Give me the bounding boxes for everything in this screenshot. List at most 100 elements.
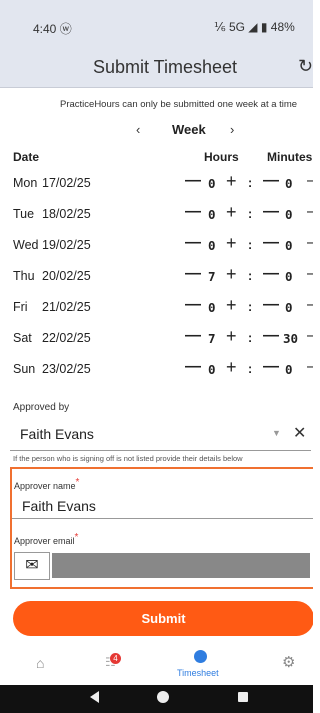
row-date: 22/02/25 xyxy=(42,331,91,345)
decrease-minutes-button[interactable]: — xyxy=(263,203,279,221)
status-bar: 4:40 ⓦ ⅙ 5G ◢ ▮ 48% xyxy=(0,0,313,48)
minutes-value: 0 xyxy=(285,176,293,191)
submission-notice: PracticeHours can only be submitted one … xyxy=(60,99,298,110)
envelope-icon: ✉ xyxy=(25,557,39,574)
decrease-minutes-button[interactable]: — xyxy=(263,265,279,283)
time-separator: : xyxy=(248,176,253,190)
time-separator: : xyxy=(248,238,253,252)
decrease-hours-button[interactable]: — xyxy=(185,327,201,345)
decrease-hours-button[interactable]: — xyxy=(185,172,201,190)
submit-button[interactable]: Submit xyxy=(13,601,313,636)
timesheet-row: Fri 21/02/25 — 0 + : — 0 — xyxy=(0,294,313,322)
minutes-value: 0 xyxy=(285,207,293,222)
page-title: Submit Timesheet xyxy=(92,57,238,77)
increase-minutes-button[interactable]: — xyxy=(307,265,313,283)
timesheet-row: Mon 17/02/25 — 0 + : — 0 — xyxy=(0,170,313,198)
increase-minutes-button[interactable]: — xyxy=(307,172,313,190)
increase-minutes-button[interactable]: — xyxy=(307,203,313,221)
increase-hours-button[interactable]: + xyxy=(226,202,237,223)
hours-value: 0 xyxy=(208,176,216,191)
hours-value: 0 xyxy=(208,207,216,222)
approved-by-select[interactable]: Faith Evans ▼ ✕ xyxy=(10,415,311,451)
hours-value: 7 xyxy=(208,331,216,346)
row-date: 21/02/25 xyxy=(42,300,91,314)
decrease-hours-button[interactable]: — xyxy=(185,358,201,376)
approver-name-label: Approver name* xyxy=(14,477,80,491)
previous-week-button[interactable]: ‹ xyxy=(136,122,140,137)
hours-value: 7 xyxy=(208,269,216,284)
decrease-minutes-button[interactable]: — xyxy=(263,358,279,376)
notification-badge: 4 xyxy=(110,653,121,664)
increase-hours-button[interactable]: + xyxy=(226,326,237,347)
time-separator: : xyxy=(248,269,253,283)
approver-name-field[interactable]: Faith Evans xyxy=(12,491,313,519)
minutes-value: 0 xyxy=(285,238,293,253)
status-time: 4:40 ⓦ xyxy=(33,22,72,36)
time-separator: : xyxy=(248,362,253,376)
minutes-value: 0 xyxy=(285,269,293,284)
approved-by-label: Approved by xyxy=(13,402,70,413)
required-mark: * xyxy=(75,477,80,488)
timesheet-row: Sun 23/02/25 — 0 + : — 0 — xyxy=(0,356,313,384)
hours-value: 0 xyxy=(208,300,216,315)
minutes-column-header: Minutes xyxy=(267,150,313,164)
row-day: Tue xyxy=(13,207,35,221)
hours-value: 0 xyxy=(208,362,216,377)
clock-icon[interactable] xyxy=(194,650,207,663)
increase-hours-button[interactable]: + xyxy=(226,295,237,316)
approver-name-value: Faith Evans xyxy=(22,498,96,514)
system-navigation-bar xyxy=(0,685,313,713)
row-date: 17/02/25 xyxy=(42,176,91,190)
minutes-value: 0 xyxy=(285,362,293,377)
status-indicators: ⅙ 5G ◢ ▮ 48% xyxy=(214,20,295,34)
decrease-minutes-button[interactable]: — xyxy=(263,296,279,314)
approved-by-value: Faith Evans xyxy=(20,426,94,442)
increase-hours-button[interactable]: + xyxy=(226,357,237,378)
increase-minutes-button[interactable]: — xyxy=(307,327,313,345)
row-day: Thu xyxy=(13,269,35,283)
increase-minutes-button[interactable]: — xyxy=(307,358,313,376)
back-icon[interactable] xyxy=(90,691,99,703)
row-date: 18/02/25 xyxy=(42,207,91,221)
home-icon[interactable]: ⌂ xyxy=(36,655,44,671)
decrease-minutes-button[interactable]: — xyxy=(263,327,279,345)
row-date: 19/02/25 xyxy=(42,238,91,252)
hours-column-header: Hours xyxy=(204,150,239,164)
close-icon[interactable]: ✕ xyxy=(293,423,306,443)
time-separator: : xyxy=(248,300,253,314)
home-circle-icon[interactable] xyxy=(157,691,169,703)
recent-apps-icon[interactable] xyxy=(238,692,248,702)
decrease-minutes-button[interactable]: — xyxy=(263,234,279,252)
row-day: Fri xyxy=(13,300,28,314)
decrease-hours-button[interactable]: — xyxy=(185,234,201,252)
decrease-hours-button[interactable]: — xyxy=(185,203,201,221)
increase-minutes-button[interactable]: — xyxy=(307,234,313,252)
timesheet-row: Tue 18/02/25 — 0 + : — 0 — xyxy=(0,201,313,229)
increase-hours-button[interactable]: + xyxy=(226,233,237,254)
approver-email-field[interactable] xyxy=(52,553,310,578)
row-date: 23/02/25 xyxy=(42,362,91,376)
refresh-icon[interactable]: ↻ xyxy=(298,56,313,77)
time-separator: : xyxy=(248,207,253,221)
timesheet-row: Thu 20/02/25 — 7 + : — 0 — xyxy=(0,263,313,291)
row-day: Mon xyxy=(13,176,38,190)
email-icon-box: ✉ xyxy=(14,552,50,580)
increase-minutes-button[interactable]: — xyxy=(307,296,313,314)
increase-hours-button[interactable]: + xyxy=(226,171,237,192)
nav-item-timesheet[interactable]: Timesheet xyxy=(177,668,219,678)
chevron-down-icon[interactable]: ▼ xyxy=(272,428,281,438)
row-day: Wed xyxy=(13,238,39,252)
decrease-hours-button[interactable]: — xyxy=(185,265,201,283)
approver-details-section: Approver name* Faith Evans Approver emai… xyxy=(10,467,313,589)
next-week-button[interactable]: › xyxy=(230,122,234,137)
minutes-value: 30 xyxy=(283,331,299,346)
decrease-hours-button[interactable]: — xyxy=(185,296,201,314)
time-separator: : xyxy=(248,331,253,345)
increase-hours-button[interactable]: + xyxy=(226,264,237,285)
row-date: 20/02/25 xyxy=(42,269,91,283)
date-column-header: Date xyxy=(13,150,40,164)
decrease-minutes-button[interactable]: — xyxy=(263,172,279,190)
gear-icon[interactable]: ⚙ xyxy=(282,653,295,671)
row-day: Sun xyxy=(13,362,36,376)
bottom-navigation: ⌂ ☷ 4 Timesheet ⚙ xyxy=(0,643,313,685)
